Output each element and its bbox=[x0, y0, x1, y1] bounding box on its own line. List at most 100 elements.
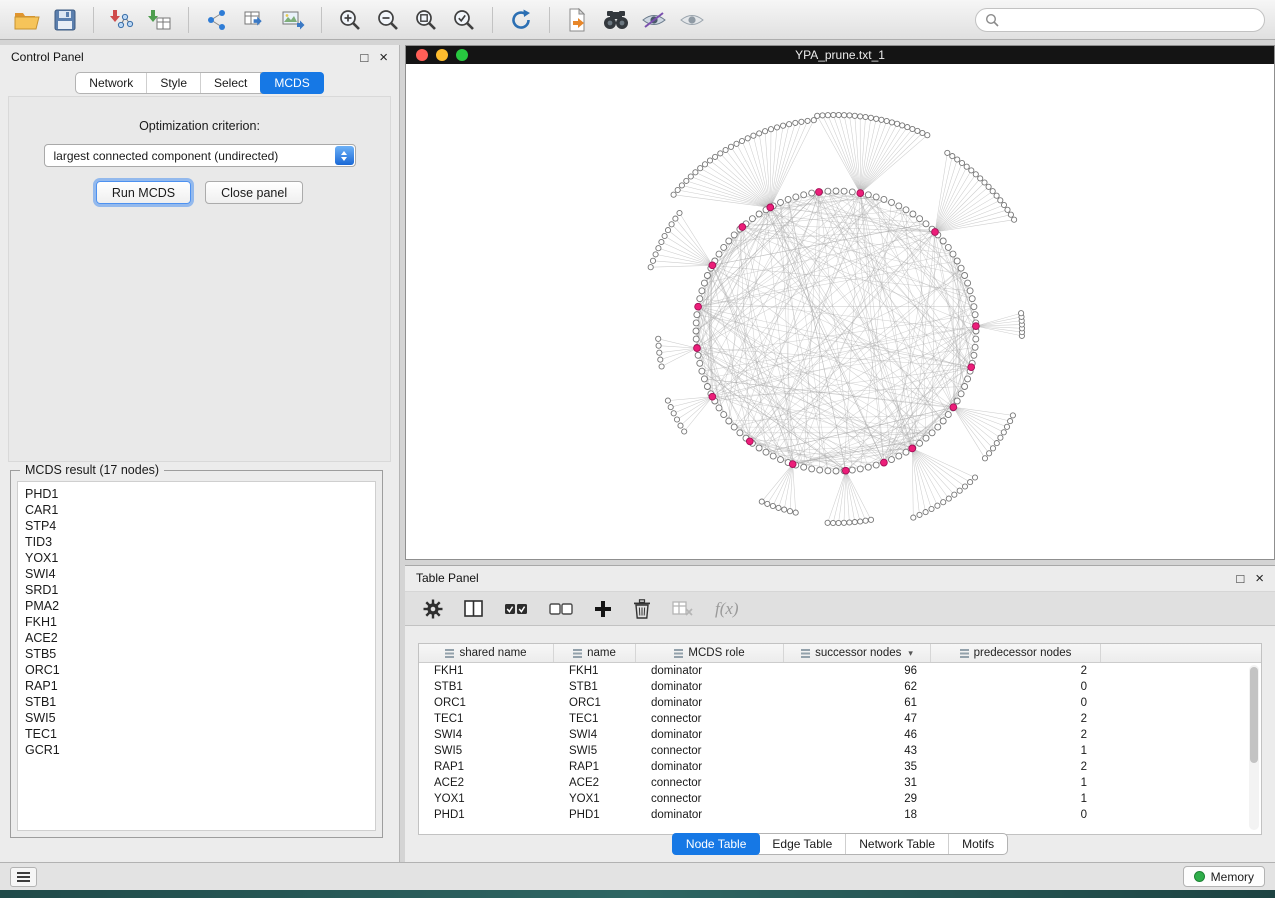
export-network-button[interactable] bbox=[200, 4, 234, 36]
network-window[interactable]: YPA_prune.txt_1 bbox=[405, 45, 1275, 560]
table-row[interactable]: PHD1PHD1dominator180 bbox=[419, 807, 1261, 823]
table-row[interactable]: SWI4SWI4dominator462 bbox=[419, 727, 1261, 743]
tab-style[interactable]: Style bbox=[147, 73, 201, 93]
float-panel-icon[interactable]: □ bbox=[360, 51, 368, 64]
save-button[interactable] bbox=[48, 4, 82, 36]
table-cell bbox=[1101, 727, 1261, 743]
column-header-shared-name[interactable]: shared name bbox=[419, 644, 554, 662]
minimize-window-icon[interactable] bbox=[436, 49, 448, 61]
mcds-node-item[interactable]: STB1 bbox=[25, 694, 375, 710]
table-cell: dominator bbox=[636, 695, 784, 711]
mcds-node-item[interactable]: SWI4 bbox=[25, 566, 375, 582]
import-table-button[interactable] bbox=[143, 4, 177, 36]
column-header-name[interactable]: name bbox=[554, 644, 636, 662]
memory-button[interactable]: Memory bbox=[1183, 866, 1265, 887]
tab-motifs[interactable]: Motifs bbox=[949, 834, 1007, 854]
tab-mcds[interactable]: MCDS bbox=[260, 72, 323, 94]
tab-network-table[interactable]: Network Table bbox=[846, 834, 949, 854]
column-header-predecessor-nodes[interactable]: predecessor nodes bbox=[931, 644, 1101, 662]
mcds-result-title: MCDS result (17 nodes) bbox=[20, 463, 164, 477]
tab-select[interactable]: Select bbox=[201, 73, 261, 93]
scrollbar-thumb[interactable] bbox=[1250, 667, 1258, 763]
mcds-node-item[interactable]: ORC1 bbox=[25, 662, 375, 678]
optimization-criterion-select[interactable]: largest connected component (undirected) bbox=[44, 144, 356, 167]
table-scrollbar[interactable] bbox=[1249, 665, 1259, 830]
show-columns-icon[interactable] bbox=[464, 600, 483, 617]
mcds-node-item[interactable]: TID3 bbox=[25, 534, 375, 550]
mcds-node-item[interactable]: CAR1 bbox=[25, 502, 375, 518]
mcds-node-item[interactable]: PHD1 bbox=[25, 486, 375, 502]
table-tabs: Node Table Edge Table Network Table Moti… bbox=[405, 833, 1275, 855]
column-header-successor-nodes[interactable]: successor nodes ▾ bbox=[784, 644, 931, 662]
share-document-icon bbox=[567, 8, 589, 32]
table-cell: 2 bbox=[931, 759, 1101, 775]
mcds-node-item[interactable]: GCR1 bbox=[25, 742, 375, 758]
mcds-node-item[interactable]: PMA2 bbox=[25, 598, 375, 614]
export-image-button[interactable] bbox=[276, 4, 310, 36]
table-cell: dominator bbox=[636, 727, 784, 743]
control-panel-header: Control Panel □ × bbox=[0, 45, 399, 69]
close-panel-button[interactable]: Close panel bbox=[205, 181, 303, 204]
table-row[interactable]: TEC1TEC1connector472 bbox=[419, 711, 1261, 727]
refresh-button[interactable] bbox=[504, 4, 538, 36]
tab-node-table[interactable]: Node Table bbox=[672, 833, 761, 855]
hide-details-button[interactable] bbox=[637, 4, 671, 36]
table-row[interactable]: RAP1RAP1dominator352 bbox=[419, 759, 1261, 775]
share-document-button[interactable] bbox=[561, 4, 595, 36]
table-cell: 62 bbox=[784, 679, 931, 695]
zoom-out-button[interactable] bbox=[371, 4, 405, 36]
table-row[interactable]: SWI5SWI5connector431 bbox=[419, 743, 1261, 759]
search-input[interactable] bbox=[1005, 13, 1255, 27]
find-in-network-button[interactable] bbox=[599, 4, 633, 36]
zoom-in-button[interactable] bbox=[333, 4, 367, 36]
export-table-button[interactable] bbox=[238, 4, 272, 36]
deselect-all-icon[interactable] bbox=[549, 601, 573, 617]
mcds-node-item[interactable]: FKH1 bbox=[25, 614, 375, 630]
mcds-node-item[interactable]: YOX1 bbox=[25, 550, 375, 566]
status-menu-button[interactable] bbox=[10, 867, 37, 887]
zoom-fit-button[interactable] bbox=[409, 4, 443, 36]
delete-selected-icon[interactable] bbox=[633, 599, 651, 619]
column-header-mcds-role[interactable]: MCDS role bbox=[636, 644, 784, 662]
select-all-icon[interactable] bbox=[504, 601, 528, 617]
mcds-node-item[interactable]: ACE2 bbox=[25, 630, 375, 646]
table-row[interactable]: ORC1ORC1dominator610 bbox=[419, 695, 1261, 711]
table-row[interactable]: ACE2ACE2connector311 bbox=[419, 775, 1261, 791]
table-row[interactable]: FKH1FKH1dominator962 bbox=[419, 663, 1261, 679]
open-folder-icon bbox=[14, 9, 40, 31]
zoom-selected-icon bbox=[452, 8, 476, 32]
mcds-node-item[interactable]: SRD1 bbox=[25, 582, 375, 598]
mcds-node-item[interactable]: RAP1 bbox=[25, 678, 375, 694]
optimization-criterion-label: Optimization criterion: bbox=[9, 119, 390, 133]
table-cell: 96 bbox=[784, 663, 931, 679]
mcds-node-item[interactable]: SWI5 bbox=[25, 710, 375, 726]
table-cell: 1 bbox=[931, 791, 1101, 807]
tab-network[interactable]: Network bbox=[76, 73, 147, 93]
sort-icon bbox=[674, 649, 683, 658]
mcds-node-item[interactable]: STP4 bbox=[25, 518, 375, 534]
network-window-titlebar[interactable]: YPA_prune.txt_1 bbox=[406, 46, 1274, 64]
close-panel-icon[interactable]: × bbox=[379, 50, 388, 65]
close-window-icon[interactable] bbox=[416, 49, 428, 61]
zoom-selected-button[interactable] bbox=[447, 4, 481, 36]
table-cell: 43 bbox=[784, 743, 931, 759]
tab-edge-table[interactable]: Edge Table bbox=[759, 834, 846, 854]
table-settings-icon[interactable] bbox=[423, 599, 443, 619]
maximize-window-icon[interactable] bbox=[456, 49, 468, 61]
float-panel-icon[interactable]: □ bbox=[1236, 572, 1244, 585]
table-row[interactable]: YOX1YOX1connector291 bbox=[419, 791, 1261, 807]
mcds-result-list[interactable]: PHD1CAR1STP4TID3YOX1SWI4SRD1PMA2FKH1ACE2… bbox=[17, 481, 376, 831]
table-row[interactable]: STB1STB1dominator620 bbox=[419, 679, 1261, 695]
mcds-node-item[interactable]: STB5 bbox=[25, 646, 375, 662]
show-details-button[interactable] bbox=[675, 4, 709, 36]
table-cell: SWI4 bbox=[554, 727, 636, 743]
global-search[interactable] bbox=[975, 8, 1265, 32]
add-column-icon[interactable] bbox=[594, 600, 612, 618]
import-network-button[interactable] bbox=[105, 4, 139, 36]
table-panel: Table Panel □ × f(x) shared name name bbox=[405, 565, 1275, 862]
open-button[interactable] bbox=[10, 4, 44, 36]
network-canvas[interactable] bbox=[406, 64, 1274, 559]
mcds-node-item[interactable]: TEC1 bbox=[25, 726, 375, 742]
run-mcds-button[interactable]: Run MCDS bbox=[96, 181, 191, 204]
close-panel-icon[interactable]: × bbox=[1255, 571, 1264, 586]
